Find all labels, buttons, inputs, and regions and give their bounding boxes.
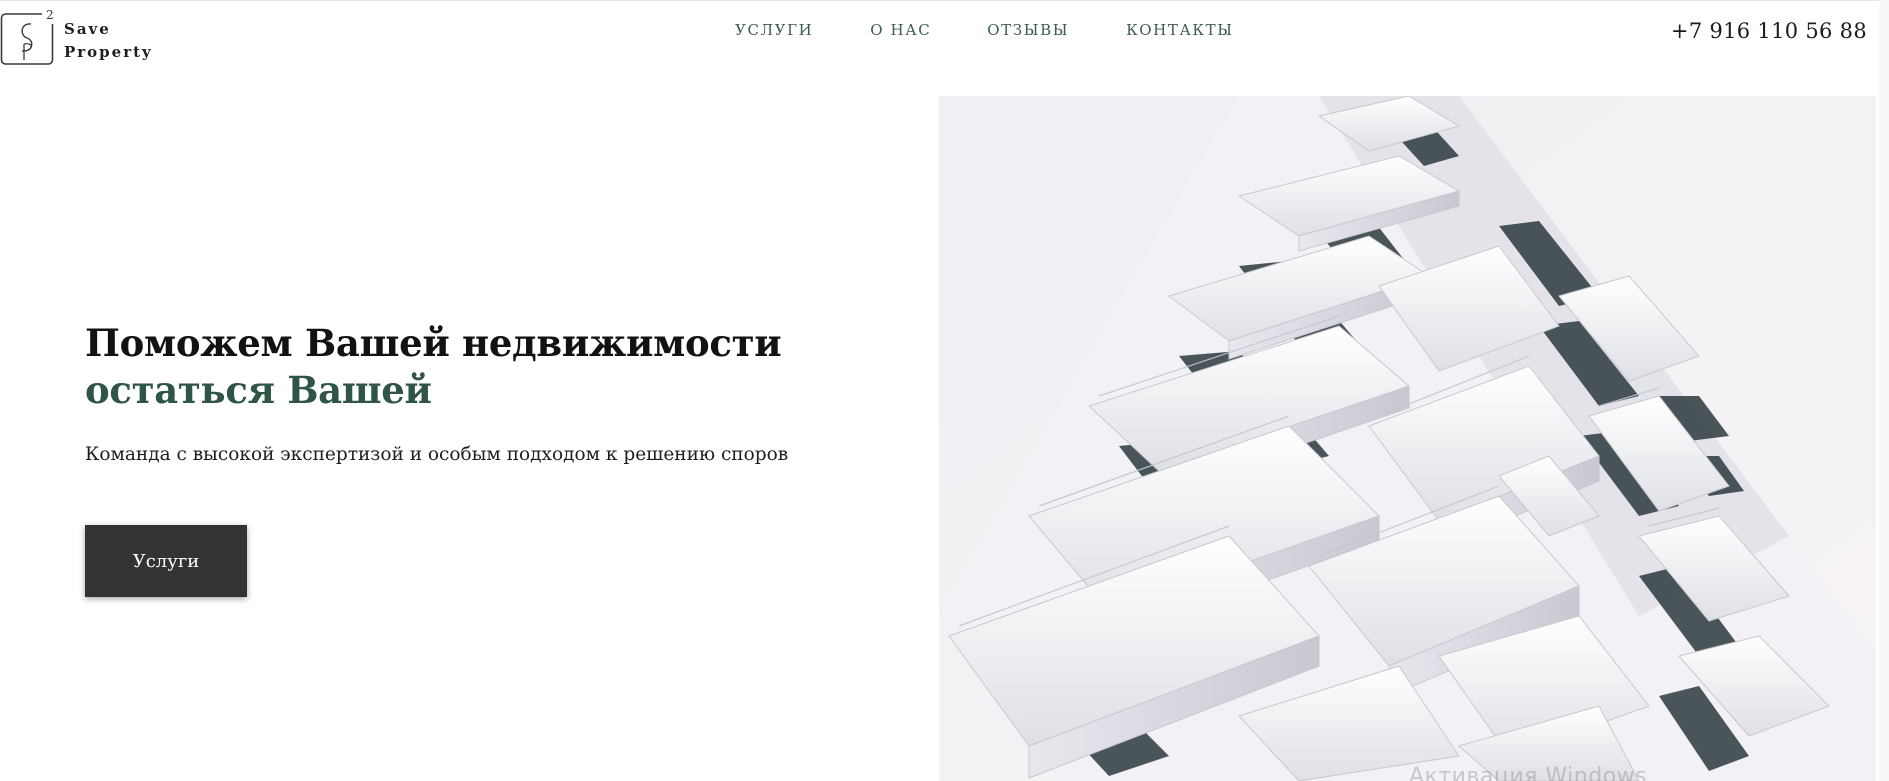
nav-item-reviews[interactable]: ОТЗЫВЫ (987, 21, 1069, 39)
hero-image: Активация Windows (939, 96, 1876, 781)
nav-item-contacts[interactable]: КОНТАКТЫ (1126, 21, 1234, 39)
activation-watermark: Активация Windows (1409, 764, 1648, 781)
hero-headline-line1: Поможем Вашей недвижимости (85, 321, 782, 365)
brand-name: Save Property (64, 18, 153, 64)
nav-item-services[interactable]: УСЛУГИ (735, 21, 813, 39)
page: 2 Save Property УСЛУГИ О НАС ОТЗЫВЫ КОНТ… (0, 0, 1889, 781)
modern-apartment-building-image (939, 96, 1876, 781)
logo-link[interactable]: 2 Save Property (0, 6, 153, 66)
svg-text:2: 2 (46, 8, 54, 22)
scrollbar[interactable] (1879, 0, 1889, 781)
site-header: 2 Save Property УСЛУГИ О НАС ОТЗЫВЫ КОНТ… (0, 0, 1889, 65)
brand-name-line1: Save (64, 20, 111, 38)
hero-headline: Поможем Вашей недвижимости остаться Ваше… (85, 320, 905, 414)
nav-item-about[interactable]: О НАС (870, 21, 931, 39)
hero-text-block: Поможем Вашей недвижимости остаться Ваше… (85, 320, 905, 465)
services-button[interactable]: Услуги (85, 525, 247, 597)
hero-headline-line2: остаться Вашей (85, 368, 432, 412)
phone-link[interactable]: +7 916 110 56 88 (1671, 19, 1867, 43)
main-nav: УСЛУГИ О НАС ОТЗЫВЫ КОНТАКТЫ (735, 21, 1234, 39)
brand-name-line2: Property (64, 43, 153, 61)
sp-monogram-icon: 2 (0, 6, 56, 65)
hero-subtitle: Команда с высокой экспертизой и особым п… (85, 444, 789, 465)
